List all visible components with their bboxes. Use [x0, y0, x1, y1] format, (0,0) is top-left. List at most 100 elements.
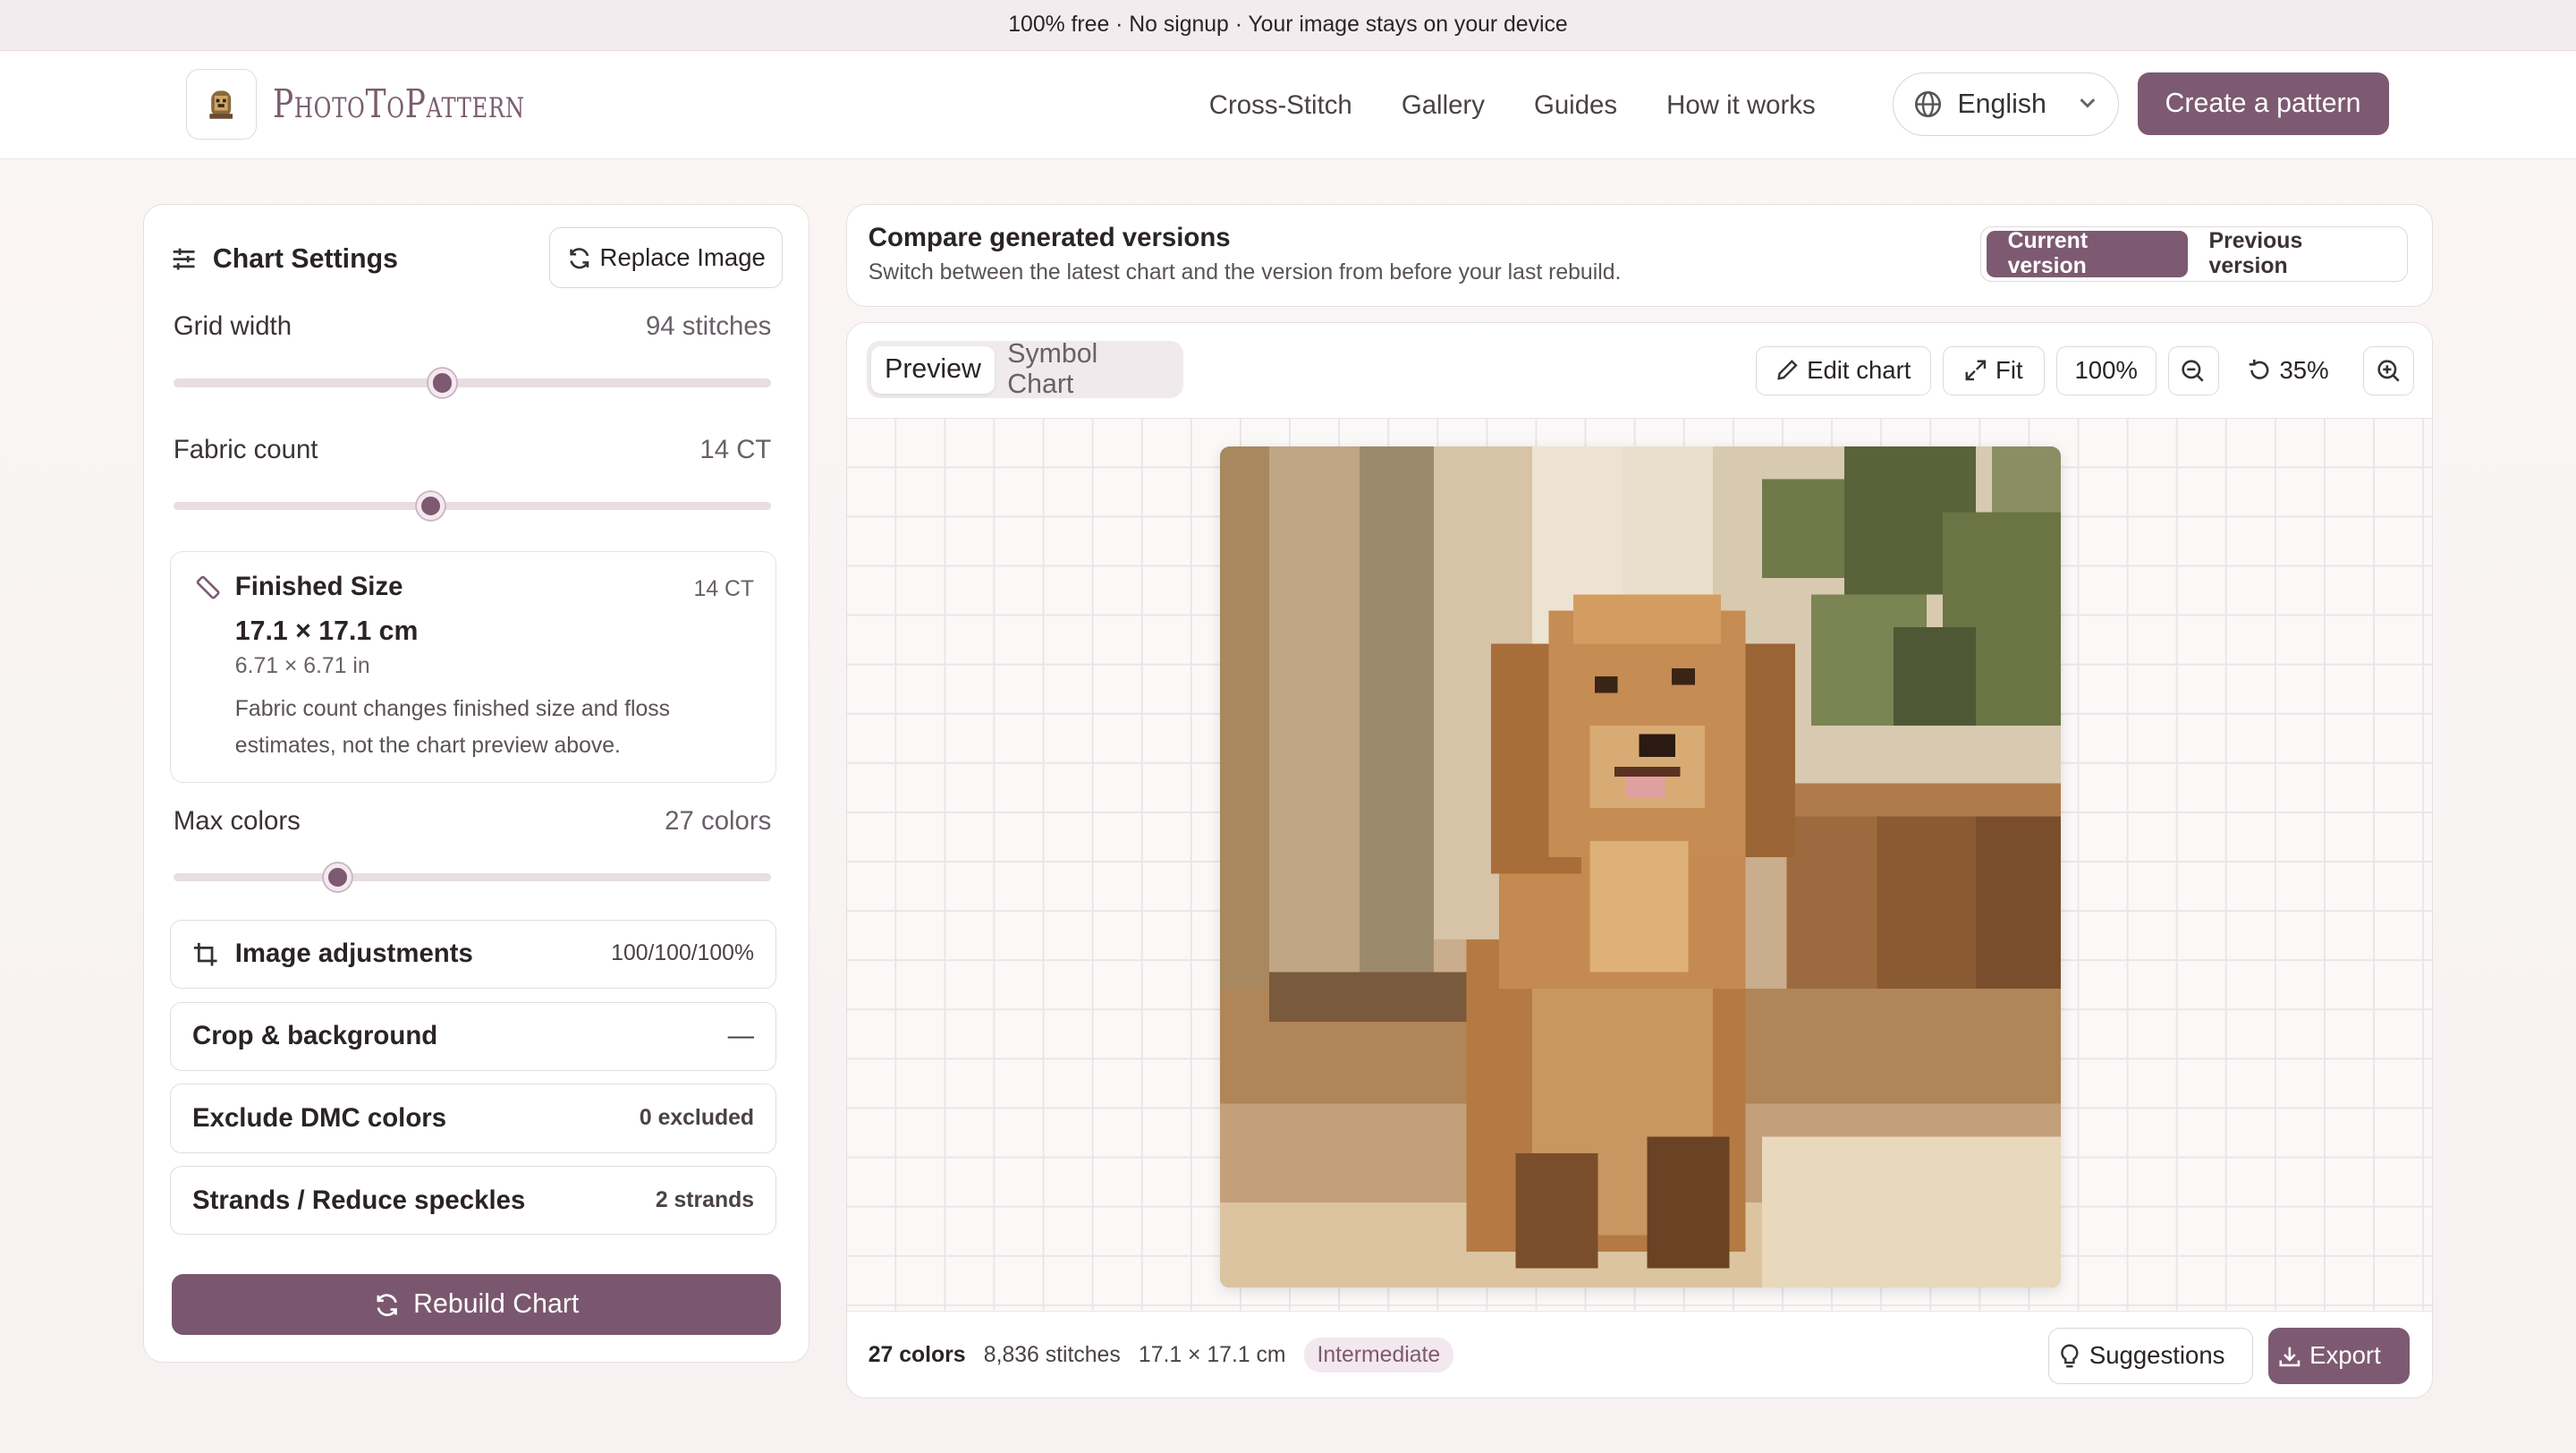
edit-chart-button[interactable]: Edit chart: [1755, 345, 1932, 395]
nav-cross-stitch[interactable]: Cross-Stitch: [1209, 90, 1352, 121]
grid-width-value: 94 stitches: [645, 311, 772, 342]
top-banner: 100% free · No signup · Your image stays…: [0, 0, 2576, 51]
finished-size-inches: 6.71 × 6.71 in: [234, 654, 370, 679]
chart-settings-header: Chart Settings: [170, 244, 398, 275]
difficulty-badge: Intermediate: [1303, 1338, 1453, 1373]
image-adjustments-section[interactable]: Image adjustments 100/100/100%: [170, 919, 776, 989]
viewer-toolbar: Preview Symbol Chart Edit chart Fit 100%…: [846, 322, 2433, 419]
replace-image-label: Replace Image: [599, 243, 766, 272]
strands-section[interactable]: Strands / Reduce speckles 2 strands: [170, 1166, 776, 1236]
crop-background-label: Crop & background: [192, 1021, 438, 1051]
zoom-out-icon: [2182, 359, 2204, 382]
fit-label: Fit: [1996, 356, 2023, 385]
create-pattern-button[interactable]: Create a pattern: [2137, 72, 2389, 135]
app-root: 100% free · No signup · Your image stays…: [0, 0, 2576, 1453]
crop-background-section[interactable]: Crop & background —: [170, 1001, 776, 1071]
strands-label: Strands / Reduce speckles: [192, 1185, 526, 1215]
version-toggle: Current version Previous version: [1980, 225, 2408, 283]
exclude-dmc-value: 0 excluded: [639, 1105, 755, 1130]
grid-width-slider[interactable]: [173, 369, 772, 397]
ruler-icon: [196, 575, 220, 599]
finished-size-ct: 14 CT: [693, 576, 755, 601]
stitch-count: 8,836 stitches: [983, 1342, 1121, 1367]
brand-logo[interactable]: PhotoToPattern: [185, 69, 597, 140]
refresh-icon: [377, 1294, 397, 1316]
chevron-down-icon: [2080, 98, 2095, 108]
nav-gallery[interactable]: Gallery: [1402, 90, 1485, 121]
tab-preview[interactable]: Preview: [871, 345, 995, 394]
exclude-dmc-label: Exclude DMC colors: [192, 1102, 447, 1133]
max-colors-value: 27 colors: [665, 805, 772, 836]
language-select[interactable]: English: [1892, 72, 2120, 137]
compare-title: Compare generated versions: [868, 222, 1231, 252]
expand-icon: [1965, 360, 1987, 381]
zoom-in-button[interactable]: [2363, 345, 2415, 395]
sliders-icon: [173, 248, 195, 270]
zoom-reset-button[interactable]: 100%: [2055, 345, 2157, 395]
export-button[interactable]: Export: [2267, 1328, 2410, 1384]
fabric-count-slider-thumb[interactable]: [416, 492, 445, 521]
pattern-preview-image[interactable]: [1219, 446, 2062, 1288]
nav-guides[interactable]: Guides: [1534, 90, 1617, 121]
grid-width-label: Grid width: [173, 311, 292, 342]
rebuild-chart-label: Rebuild Chart: [413, 1289, 580, 1320]
pencil-icon: [1777, 360, 1798, 380]
image-adjustments-label: Image adjustments: [234, 939, 473, 969]
nav-how-it-works[interactable]: How it works: [1666, 90, 1815, 121]
chart-canvas[interactable]: [846, 418, 2433, 1311]
finished-size-cm: 17.1 × 17.1 cm: [234, 616, 419, 646]
chart-settings-panel: Chart Settings Replace Image Grid width …: [142, 203, 810, 1363]
max-colors-row: Max colors 27 colors: [174, 806, 772, 837]
edit-chart-label: Edit chart: [1807, 356, 1911, 385]
banner-text: 100% free · No signup · Your image stays…: [1008, 12, 1568, 37]
viewer-footer: 27 colors 8,836 stitches 17.1 × 17.1 cm …: [846, 1310, 2433, 1398]
exclude-dmc-section[interactable]: Exclude DMC colors 0 excluded: [170, 1083, 776, 1153]
grid-width-slider-thumb[interactable]: [428, 369, 457, 397]
compare-subtitle: Switch between the latest chart and the …: [868, 260, 1622, 285]
fabric-count-value: 14 CT: [699, 434, 772, 464]
rotate-icon: [2249, 360, 2269, 380]
site-header: PhotoToPattern Cross-Stitch Gallery Guid…: [0, 50, 2576, 160]
dog-pattern-illustration: [1219, 446, 2062, 1288]
zoom-level-display[interactable]: 35%: [2247, 346, 2329, 395]
strands-value: 2 strands: [655, 1187, 755, 1212]
fabric-count-slider[interactable]: [173, 492, 772, 521]
fabric-count-label: Fabric count: [173, 434, 318, 464]
zoom-in-icon: [2377, 359, 2400, 382]
crop-background-value: —: [727, 1021, 755, 1051]
globe-icon: [1914, 91, 1941, 118]
replace-image-button[interactable]: Replace Image: [549, 227, 784, 289]
zoom-out-button[interactable]: [2167, 345, 2219, 395]
fit-button[interactable]: Fit: [1942, 345, 2045, 395]
tab-symbol-chart[interactable]: Symbol Chart: [995, 339, 1179, 400]
suggestions-label: Suggestions: [2089, 1341, 2225, 1370]
refresh-icon: [570, 247, 589, 268]
max-colors-slider-thumb[interactable]: [324, 863, 352, 892]
finished-size-card: Finished Size 14 CT 17.1 × 17.1 cm 6.71 …: [170, 551, 776, 784]
suggestions-button[interactable]: Suggestions: [2047, 1328, 2254, 1384]
finished-size-note: Fabric count changes finished size and f…: [234, 697, 671, 758]
brand-name: PhotoToPattern: [272, 81, 525, 128]
main-nav: Cross-Stitch Gallery Guides How it works: [1209, 51, 1865, 159]
finished-size-title: Finished Size: [234, 572, 403, 602]
zoom-level-value: 35%: [2279, 356, 2329, 385]
previous-version-button[interactable]: Previous version: [2188, 229, 2402, 279]
chart-viewer: Preview Symbol Chart Edit chart Fit 100%…: [845, 321, 2434, 1399]
compare-versions-card: Compare generated versions Switch betwee…: [845, 203, 2434, 308]
lightbulb-icon: [2061, 1344, 2079, 1368]
current-version-button[interactable]: Current version: [1986, 229, 2188, 278]
export-label: Export: [2309, 1341, 2381, 1370]
view-tabs: Preview Symbol Chart: [866, 339, 1184, 400]
crop-icon: [193, 942, 217, 966]
download-icon: [2279, 1347, 2301, 1366]
fabric-count-row: Fabric count 14 CT: [174, 435, 772, 465]
image-adjustments-value: 100/100/100%: [611, 941, 755, 966]
max-colors-slider[interactable]: [173, 863, 772, 892]
max-colors-label: Max colors: [173, 805, 301, 836]
language-value: English: [1957, 89, 2046, 119]
chart-settings-title: Chart Settings: [212, 243, 398, 274]
color-count: 27 colors: [868, 1342, 966, 1367]
grid-width-row: Grid width 94 stitches: [174, 311, 772, 342]
rebuild-chart-button[interactable]: Rebuild Chart: [172, 1274, 782, 1336]
finished-size-summary: 17.1 × 17.1 cm: [1138, 1342, 1286, 1367]
